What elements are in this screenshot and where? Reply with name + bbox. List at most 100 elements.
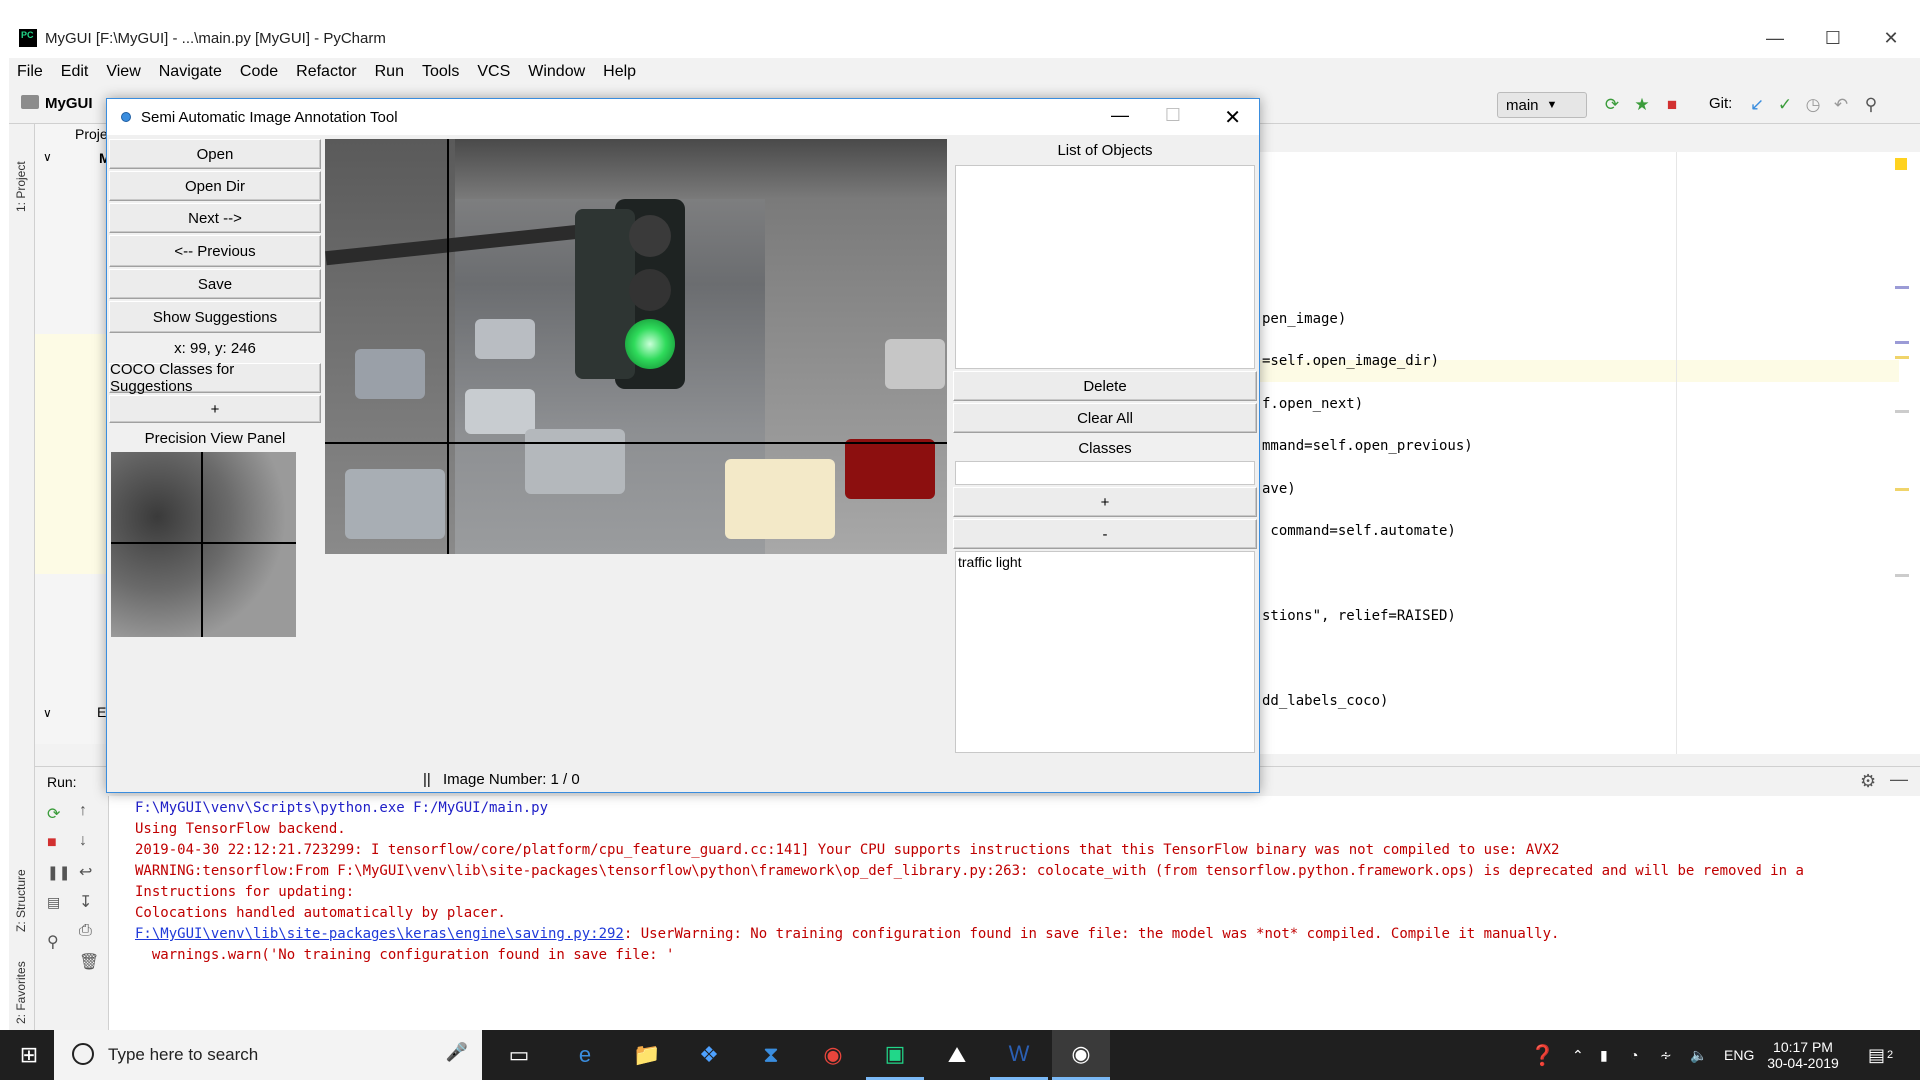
git-update-icon[interactable]: ↙: [1747, 95, 1767, 115]
edge-icon[interactable]: e: [556, 1030, 614, 1080]
add-coco-class-button[interactable]: +: [109, 395, 321, 423]
trash-icon[interactable]: 🗑: [79, 952, 99, 972]
menu-code[interactable]: Code: [240, 63, 278, 81]
pycharm-title: MyGUI [F:\MyGUI] - ...\main.py [MyGUI] -…: [45, 29, 386, 47]
menu-edit[interactable]: Edit: [61, 63, 89, 81]
clock[interactable]: 10:17 PM 30-04-2019: [1766, 1030, 1840, 1080]
help-icon[interactable]: ❓: [1530, 1030, 1555, 1080]
arrow-down-icon[interactable]: ↓: [79, 832, 87, 850]
clear-all-button[interactable]: Clear All: [953, 403, 1257, 433]
remove-class-button[interactable]: -: [953, 519, 1257, 549]
microphone-icon[interactable]: 🎤: [446, 1042, 468, 1063]
menu-view[interactable]: View: [106, 63, 140, 81]
expand-arrow-icon[interactable]: ∨: [43, 706, 52, 720]
windows-start-icon[interactable]: ⊞: [0, 1030, 58, 1080]
git-commit-icon[interactable]: ✓: [1775, 95, 1795, 115]
code-line: =self.open_image_dir): [1262, 353, 1440, 369]
network-icon[interactable]: ◔: [1630, 1030, 1638, 1080]
show-suggestions-button[interactable]: Show Suggestions: [109, 301, 321, 333]
run-config-select[interactable]: main ▼: [1497, 92, 1587, 118]
classes-listbox[interactable]: traffic light: [955, 551, 1255, 753]
rerun-icon[interactable]: ⟳: [47, 804, 60, 824]
maximize-icon[interactable]: ☐: [1804, 18, 1862, 58]
soft-wrap-icon[interactable]: ↩: [79, 862, 92, 882]
add-class-button[interactable]: +: [953, 487, 1257, 517]
settings-gear-icon[interactable]: ⚙: [1860, 771, 1876, 792]
code-line: command=self.automate): [1262, 523, 1456, 539]
layout-icon[interactable]: ▤: [47, 894, 60, 911]
breadcrumb-project[interactable]: MyGUI: [45, 95, 93, 112]
volume-icon[interactable]: 🔈: [1690, 1030, 1707, 1080]
chrome-icon[interactable]: ◉: [804, 1030, 862, 1080]
debug-icon[interactable]: ★: [1632, 95, 1652, 115]
precision-panel-label: Precision View Panel: [144, 429, 286, 447]
menu-help[interactable]: Help: [603, 63, 636, 81]
dropbox-icon[interactable]: ❖: [680, 1030, 738, 1080]
stop-icon[interactable]: ■: [1662, 95, 1682, 115]
visual-studio-icon[interactable]: ⧗: [742, 1030, 800, 1080]
run-console[interactable]: F:\MyGUI\venv\Scripts\python.exe F:/MyGU…: [109, 796, 1920, 1030]
menu-window[interactable]: Window: [528, 63, 585, 81]
menu-refactor[interactable]: Refactor: [296, 63, 356, 81]
structure-tool-tab[interactable]: Z: Structure: [14, 869, 28, 932]
tk-app-taskbar-icon[interactable]: ◉: [1052, 1030, 1110, 1080]
console-line: F:\MyGUI\venv\lib\site-packages\keras\en…: [135, 926, 1560, 942]
favorites-tool-tab[interactable]: 2: Favorites: [14, 961, 28, 1024]
minimize-icon[interactable]: —: [1746, 18, 1804, 58]
project-pane-label[interactable]: Proje: [75, 126, 108, 142]
menu-vcs[interactable]: VCS: [477, 63, 510, 81]
inspection-indicator-icon[interactable]: [1895, 158, 1907, 170]
menu-file[interactable]: File: [17, 63, 43, 81]
save-button[interactable]: Save: [109, 269, 321, 299]
annotation-tool-window: Semi Automatic Image Annotation Tool — ☐…: [106, 98, 1260, 793]
word-icon[interactable]: W: [990, 1030, 1048, 1080]
language-indicator[interactable]: ENG: [1724, 1030, 1754, 1080]
project-tool-tab[interactable]: 1: Project: [14, 161, 28, 212]
history-icon[interactable]: ◷: [1803, 95, 1823, 115]
chevron-up-icon[interactable]: ⌃: [1572, 1030, 1584, 1080]
print-icon[interactable]: ⎙: [79, 922, 92, 940]
console-line: 2019-04-30 22:12:21.723299: I tensorflow…: [135, 842, 1560, 858]
pycharm-logo-icon: [19, 29, 37, 47]
console-line: WARNING:tensorflow:From F:\MyGUI\venv\li…: [135, 863, 1804, 879]
search-icon[interactable]: ⚲: [1861, 95, 1881, 115]
maximize-icon[interactable]: ☐: [1165, 105, 1181, 126]
close-icon[interactable]: ✕: [1224, 105, 1241, 130]
close-icon[interactable]: ✕: [1862, 18, 1920, 58]
minimize-icon[interactable]: —: [1111, 105, 1129, 126]
menu-navigate[interactable]: Navigate: [159, 63, 222, 81]
chevron-down-icon: ▼: [1546, 99, 1558, 111]
next-button[interactable]: Next -->: [109, 203, 321, 233]
file-explorer-icon[interactable]: 📁: [618, 1030, 676, 1080]
menu-run[interactable]: Run: [375, 63, 404, 81]
revert-icon[interactable]: ↶: [1831, 95, 1851, 115]
objects-listbox[interactable]: [955, 165, 1255, 369]
run-label: Run:: [47, 774, 77, 790]
task-view-icon[interactable]: ▭: [490, 1030, 548, 1080]
taskbar-search[interactable]: Type here to search 🎤: [54, 1030, 482, 1080]
scroll-to-end-icon[interactable]: ↧: [79, 892, 92, 912]
rerun-icon[interactable]: ⟳: [1602, 95, 1622, 115]
coco-classes-button[interactable]: COCO Classes for Suggestions: [109, 361, 321, 395]
hide-panel-icon[interactable]: —: [1890, 769, 1908, 790]
pycharm-taskbar-icon[interactable]: ▣: [866, 1030, 924, 1080]
open-button[interactable]: Open: [109, 139, 321, 169]
console-file-link[interactable]: F:\MyGUI\venv\lib\site-packages\keras\en…: [135, 926, 624, 942]
arrow-up-icon[interactable]: ↑: [79, 802, 87, 820]
battery-icon[interactable]: ▮: [1600, 1030, 1608, 1080]
menu-tools[interactable]: Tools: [422, 63, 459, 81]
photos-icon[interactable]: ⛰: [928, 1030, 986, 1080]
open-dir-button[interactable]: Open Dir: [109, 171, 321, 201]
class-name-input[interactable]: [955, 461, 1255, 485]
stop-icon[interactable]: ■: [47, 834, 57, 852]
image-canvas[interactable]: [325, 139, 947, 554]
wifi-icon[interactable]: ∻: [1660, 1030, 1672, 1080]
pin-icon[interactable]: ⚲: [47, 932, 59, 952]
left-tool-strip: 1: Project Z: Structure 2: Favorites: [9, 124, 35, 1030]
expand-arrow-icon[interactable]: ∨: [43, 150, 52, 164]
pause-icon[interactable]: ❚❚: [47, 864, 70, 881]
list-item[interactable]: traffic light: [956, 552, 1254, 572]
notification-icon[interactable]: ▤ 2: [1868, 1030, 1893, 1080]
previous-button[interactable]: <-- Previous: [109, 235, 321, 267]
delete-button[interactable]: Delete: [953, 371, 1257, 401]
